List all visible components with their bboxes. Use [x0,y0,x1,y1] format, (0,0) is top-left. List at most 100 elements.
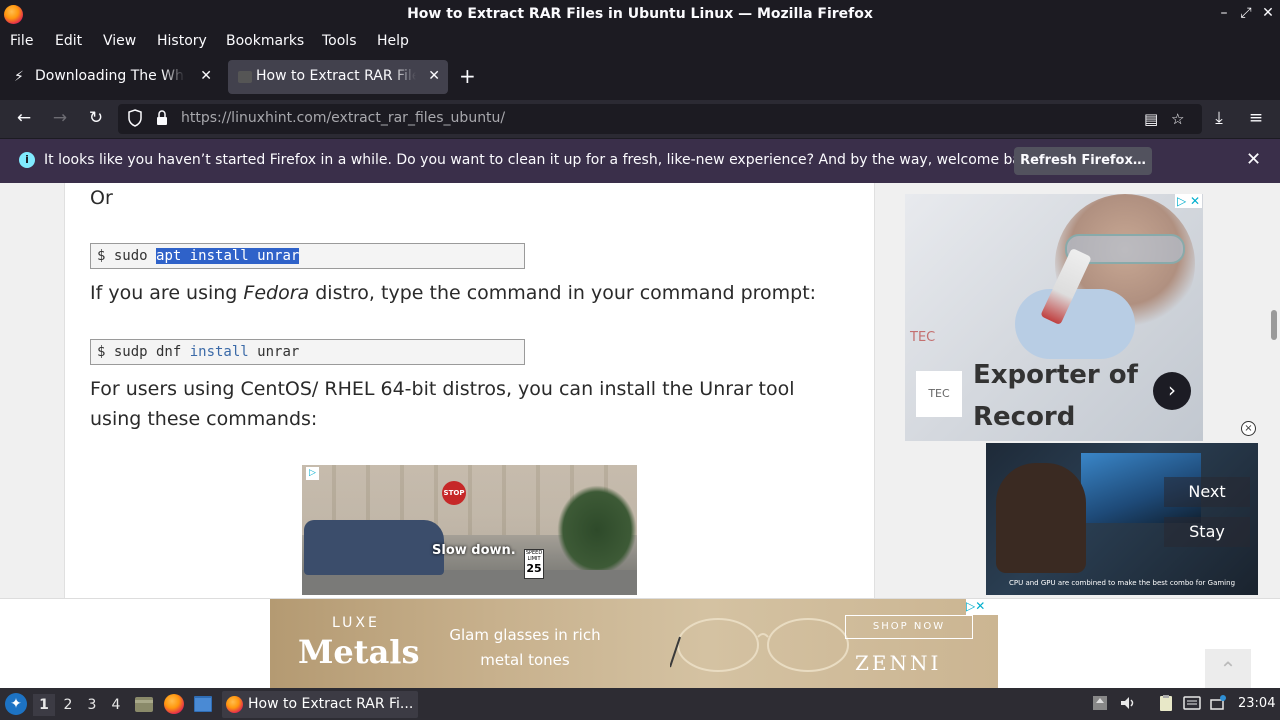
menu-tools[interactable]: Tools [322,33,357,49]
clock: 23:04 [1238,696,1276,711]
notification-message: It looks like you haven’t started Firefo… [44,152,1043,168]
ad-headline-line2: Record [973,402,1076,432]
scroll-to-top-button[interactable]: ⌃ [1205,649,1251,688]
ad-luxe: LUXE [332,615,380,631]
sign-text: SPEED LIMIT [525,550,543,562]
ad-person [996,463,1086,573]
window-title: How to Extract RAR Files in Ubuntu Linux… [407,6,873,22]
tab-label: Downloading The White House [35,68,185,84]
url-host: https://linuxhint.com [181,110,327,126]
fedora-text-post: distro, type the command in your command… [309,282,817,304]
menu-history[interactable]: History [157,33,207,49]
ad-headline: Exporter of Record [973,354,1138,438]
url-bar[interactable]: https://linuxhint.com/extract_rar_files_… [118,104,1202,134]
adchoices-icon[interactable]: ▷ ✕ [1175,194,1203,208]
start-menu-icon[interactable]: ✦ [5,693,27,715]
code-prefix: $ sudo [97,248,157,264]
ad-brand-small: TEC [910,330,936,345]
page-scrollbar[interactable] [1268,183,1280,598]
taskbar-window-firefox[interactable]: How to Extract RAR Fi... [222,691,418,718]
bottom-ad-bar: LUXE Metals Glam glasses in rich metal t… [0,598,1280,688]
ad-tagline: Glam glasses in rich metal tones [449,626,601,669]
close-window-button[interactable]: ✕ [1258,5,1278,21]
menu-file[interactable]: File [10,33,33,49]
info-icon: i [19,152,35,168]
tab-label: How to Extract RAR Files in Ubuntu Linux [256,68,416,84]
clipboard-icon[interactable] [1157,694,1175,712]
workspace-1[interactable]: 1 [33,694,55,716]
code-suffix: unrar [248,344,300,360]
menu-bookmarks[interactable]: Bookmarks [226,33,304,49]
reader-view-icon[interactable]: ▤ [1144,110,1158,128]
taskbar: ✦ 1 2 3 4 How to Extract RAR Fi... 23:04 [0,688,1280,720]
tab-downloading-white-house[interactable]: ⚡ Downloading The White House ✕ [4,60,220,94]
reload-button[interactable]: ↻ [85,108,107,128]
sidebar-ad[interactable]: TEC TEC Exporter of Record › ▷ ✕ [905,194,1203,441]
code-prefix: $ sudp dnf [97,344,190,360]
terminal-icon[interactable] [193,694,213,714]
updates-tray-icon[interactable] [1091,694,1109,712]
tracking-shield-icon[interactable] [128,109,142,127]
adchoices-icon[interactable]: ▷ [306,467,319,480]
ad-logo: TEC [916,371,962,417]
network-icon[interactable] [1209,694,1227,712]
video-ad[interactable]: Next Stay CPU and GPU are combined to ma… [986,443,1258,595]
new-tab-button[interactable]: + [459,64,476,88]
downloads-button[interactable]: ⤓ [1208,108,1230,128]
refresh-firefox-button[interactable]: Refresh Firefox… [1014,147,1152,175]
inline-ad[interactable]: STOP Slow down. SPEED LIMIT 25 ▷ [302,465,637,595]
ad-slow-text: Slow down. [432,543,516,558]
speed-limit-sign: SPEED LIMIT 25 [524,549,544,579]
code-block-apt[interactable]: $ sudo apt install unrar [90,243,525,269]
tab-close-icon[interactable]: ✕ [200,68,212,84]
window-titlebar: How to Extract RAR Files in Ubuntu Linux… [0,0,1280,29]
menu-view[interactable]: View [103,33,136,49]
app-menu-button[interactable]: ≡ [1245,108,1267,128]
video-next-button[interactable]: Next [1164,477,1250,507]
forward-button[interactable]: → [49,108,71,128]
page-viewport[interactable]: Or $ sudo apt install unrar If you are u… [0,183,1280,688]
minimize-button[interactable]: – [1214,5,1234,21]
notification-bar: i It looks like you haven’t started Fire… [0,138,1280,183]
code-block-dnf[interactable]: $ sudp dnf install unrar [90,339,525,365]
keyboard-icon[interactable] [1183,694,1201,712]
shop-now-button[interactable]: SHOP NOW [845,615,973,639]
bottom-ad[interactable]: LUXE Metals Glam glasses in rich metal t… [270,599,998,688]
url-text[interactable]: https://linuxhint.com/extract_rar_files_… [181,110,505,126]
tab-extract-rar[interactable]: How to Extract RAR Files in Ubuntu Linux… [228,60,448,94]
scrollbar-thumb[interactable] [1271,310,1277,340]
stop-sign-icon: STOP [442,481,466,505]
back-button[interactable]: ← [13,108,35,128]
ad-van [304,520,444,575]
glasses-icon [670,618,849,672]
file-manager-icon[interactable] [134,694,154,714]
workspace-3[interactable]: 3 [81,694,103,716]
linuxhint-favicon-icon [238,71,252,83]
video-ad-close-icon[interactable]: × [1241,421,1256,436]
workspace-2[interactable]: 2 [57,694,79,716]
code-keyword: install [189,344,249,360]
workspace-4[interactable]: 4 [105,694,127,716]
tab-close-icon[interactable]: ✕ [428,68,440,84]
fedora-paragraph: If you are using Fedora distro, type the… [90,278,816,308]
sign-number: 25 [526,562,542,575]
lock-icon[interactable] [156,110,168,126]
ad-arrow-button[interactable]: › [1153,372,1191,410]
firefox-logo-icon [226,696,243,713]
adchoices-icon[interactable]: ▷✕ [966,599,998,615]
fedora-emphasis: Fedora [243,282,310,304]
ad-brand: ZENNI [855,651,942,675]
notification-close-icon[interactable]: ✕ [1246,149,1261,170]
firefox-launcher-icon[interactable] [164,694,184,714]
volume-icon[interactable] [1119,694,1137,712]
maximize-button[interactable]: ⤢ [1236,5,1256,21]
menu-bar: File Edit View History Bookmarks Tools H… [0,29,1280,54]
menu-help[interactable]: Help [377,33,409,49]
menu-edit[interactable]: Edit [55,33,82,49]
lightning-icon: ⚡ [14,69,24,85]
navigation-bar: ← → ↻ https://linuxhint.com/extract_rar_… [0,100,1280,138]
taskbar-window-label: How to Extract RAR Fi... [248,696,414,712]
video-stay-button[interactable]: Stay [1164,517,1250,547]
fedora-text-pre: If you are using [90,282,244,304]
bookmark-star-icon[interactable]: ☆ [1171,110,1184,128]
